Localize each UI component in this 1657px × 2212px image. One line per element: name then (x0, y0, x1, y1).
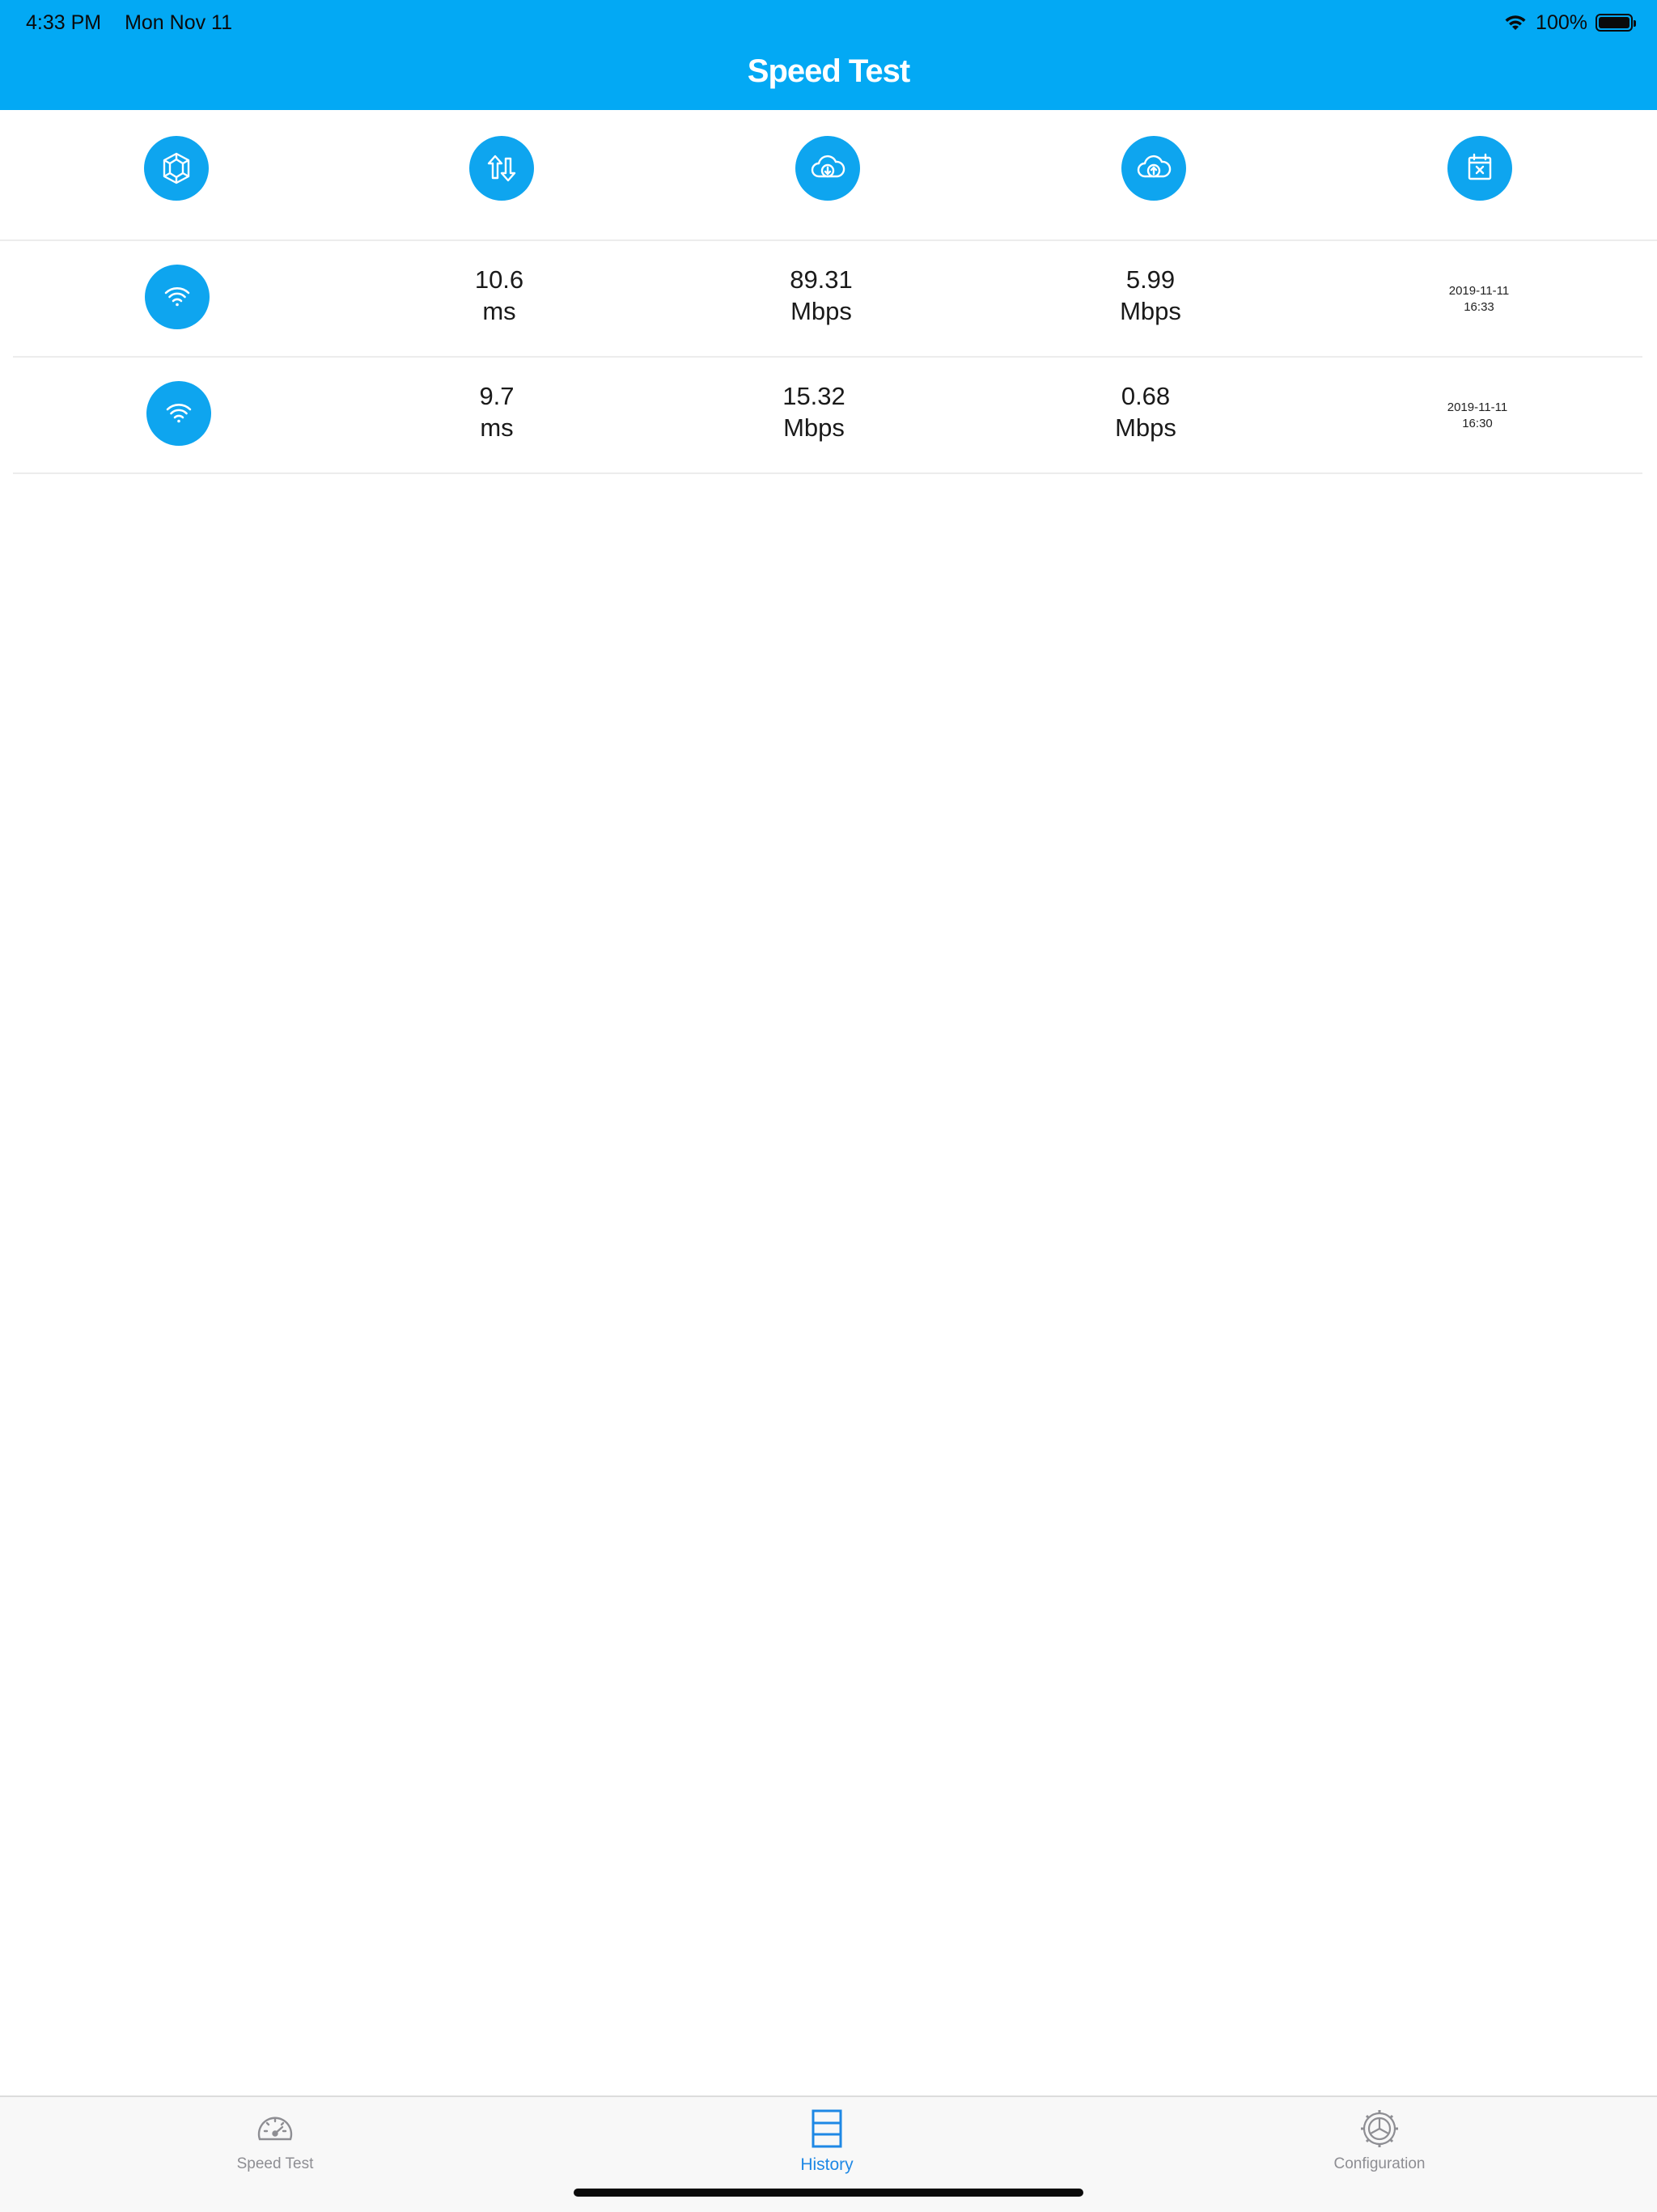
ping-value: 10.6 ms (394, 264, 604, 327)
test-datetime: 2019-11-11 16:33 (1398, 283, 1560, 316)
upload-unit: Mbps (1120, 297, 1181, 325)
column-header-row (0, 110, 1657, 241)
wifi-status-icon (1505, 15, 1526, 30)
tab-label: History (800, 2155, 854, 2174)
test-date: 2019-11-11 (1447, 400, 1508, 414)
status-date: Mon Nov 11 (125, 11, 232, 34)
upload-value: 0.68 Mbps (1040, 380, 1251, 443)
cloud-upload-icon[interactable] (1121, 136, 1186, 201)
page-title: Speed Test (747, 53, 910, 89)
status-bar-left: 4:33 PM Mon Nov 11 (26, 6, 250, 39)
download-unit: Mbps (783, 413, 845, 442)
upload-value: 5.99 Mbps (1045, 264, 1256, 327)
status-time: 4:33 PM (26, 11, 102, 34)
server-icon[interactable] (144, 136, 209, 201)
cloud-download-icon[interactable] (795, 136, 860, 201)
test-time: 16:33 (1464, 300, 1494, 314)
ping-arrows-icon[interactable] (469, 136, 534, 201)
navigation-bar: 4:33 PM Mon Nov 11 100% Speed Test (0, 0, 1657, 110)
gear-icon (1361, 2110, 1398, 2147)
upload-unit: Mbps (1115, 413, 1176, 442)
tab-label: Speed Test (236, 2155, 314, 2172)
ping-unit: ms (482, 297, 516, 325)
ping-value: 9.7 ms (392, 380, 602, 443)
history-row[interactable]: 9.7 ms 15.32 Mbps 0.68 Mbps 2019-11-11 1… (13, 358, 1642, 474)
download-number: 15.32 (782, 382, 845, 410)
status-bar-right: 100% (1503, 6, 1636, 39)
test-datetime: 2019-11-11 16:30 (1396, 400, 1558, 432)
ping-number: 10.6 (474, 265, 524, 294)
wifi-icon (146, 381, 211, 446)
download-unit: Mbps (790, 297, 852, 325)
history-row[interactable]: 10.6 ms 89.31 Mbps 5.99 Mbps 2019-11-11 … (13, 241, 1642, 358)
tab-label: Configuration (1333, 2155, 1426, 2172)
download-number: 89.31 (790, 265, 853, 294)
history-icon (812, 2109, 842, 2148)
download-value: 89.31 Mbps (716, 264, 926, 327)
speedometer-icon (257, 2117, 293, 2141)
ping-number: 9.7 (479, 382, 515, 410)
home-indicator (574, 2189, 1083, 2197)
ping-unit: ms (480, 413, 514, 442)
tab-speed-test[interactable]: Speed Test (178, 2107, 372, 2173)
battery-icon (1596, 14, 1636, 32)
calendar-delete-icon[interactable] (1447, 136, 1512, 201)
download-value: 15.32 Mbps (709, 380, 919, 443)
tab-history[interactable]: History (730, 2107, 924, 2175)
upload-number: 5.99 (1125, 265, 1176, 294)
test-date: 2019-11-11 (1448, 284, 1510, 298)
upload-number: 0.68 (1121, 382, 1171, 410)
tab-configuration[interactable]: Configuration (1282, 2107, 1477, 2173)
test-time: 16:30 (1462, 417, 1493, 430)
wifi-icon (145, 265, 210, 329)
battery-percent: 100% (1536, 11, 1587, 34)
